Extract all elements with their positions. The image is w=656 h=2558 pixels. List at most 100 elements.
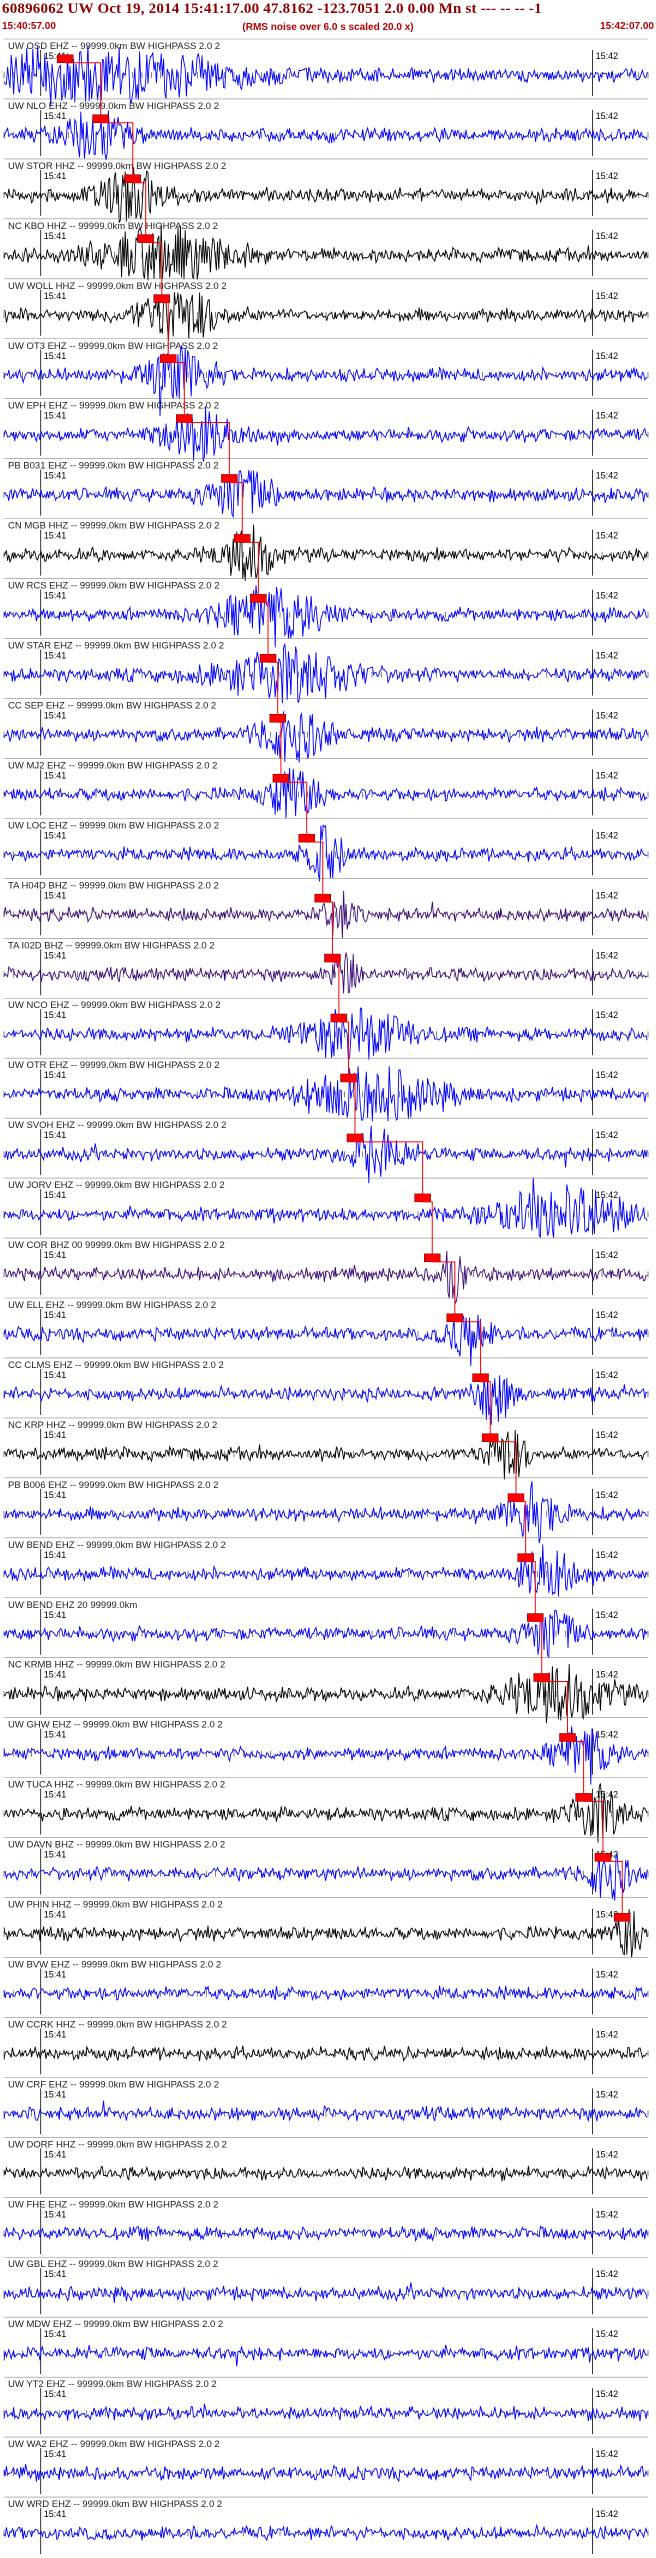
- station-label: UW WRD EHZ -- 99999.0km BW HIGHPASS 2.0 …: [8, 2499, 222, 2510]
- waveform: [3, 1374, 648, 1426]
- minute-label: 15:41: [44, 2029, 67, 2039]
- minute-label: 15:41: [44, 2209, 67, 2219]
- station-label: UW RCS EHZ -- 99999.0km BW HIGHPASS 2.0 …: [8, 581, 220, 592]
- waveform: [3, 1007, 648, 1061]
- trace-row: UW YT2 EHZ -- 99999.0km BW HIGHPASS 2.0 …: [3, 2376, 649, 2435]
- waveform: [3, 2403, 648, 2422]
- pick-marker: [250, 594, 267, 603]
- minute-label: 15:41: [44, 1310, 67, 1320]
- station-label: UW EPH EHZ -- 99999.0km BW HIGHPASS 2.0 …: [8, 401, 219, 412]
- minute-label: 15:41: [44, 1070, 67, 1080]
- waveform: [3, 167, 648, 224]
- waveform: [3, 2100, 648, 2123]
- minute-label: 15:42: [596, 770, 619, 780]
- pick-connector: [280, 781, 308, 835]
- waveform: [3, 2165, 648, 2182]
- minute-label: 15:41: [44, 1430, 67, 1440]
- minute-label: 15:42: [596, 2029, 619, 2039]
- pick-marker: [346, 1133, 364, 1143]
- pick-marker: [559, 1733, 576, 1742]
- minute-label: 15:42: [596, 1070, 619, 1080]
- station-label: CN MGB HHZ -- 99999.0km BW HIGHPASS 2.0 …: [8, 521, 220, 532]
- station-label: NC KBO HHZ -- 99999.0km BW HIGHPASS 2.0 …: [8, 221, 218, 232]
- minute-label: 15:41: [44, 2449, 67, 2459]
- minute-label: 15:42: [596, 890, 619, 900]
- pick-marker: [272, 773, 290, 783]
- pick-marker: [594, 1853, 612, 1862]
- pick-marker: [234, 534, 251, 543]
- pick-marker: [314, 893, 332, 903]
- station-label: UW OTR EHZ -- 99999.0km BW HIGHPASS 2.0 …: [8, 1060, 220, 1071]
- pick-marker: [259, 654, 277, 663]
- pick-marker: [575, 1793, 592, 1802]
- minute-label: 15:41: [44, 1969, 67, 1979]
- minute-label: 15:42: [596, 1550, 619, 1560]
- minute-label: 15:41: [44, 2089, 67, 2099]
- waveform: [3, 470, 648, 519]
- trace-row: UW WRD EHZ -- 99999.0km BW HIGHPASS 2.0 …: [3, 2496, 649, 2554]
- trace-row: UW GBL EHZ -- 99999.0km BW HIGHPASS 2.0 …: [3, 2256, 649, 2315]
- waveform: [3, 2045, 648, 2063]
- waveform: [3, 1066, 648, 1122]
- station-label: UW OSD EHZ -- 99999.0km BW HIGHPASS 2.0 …: [8, 41, 220, 52]
- station-label: UW LOC EHZ -- 99999.0km BW HIGHPASS 2.0 …: [8, 820, 219, 831]
- minute-label: 15:42: [596, 351, 619, 361]
- minute-label: 15:41: [44, 351, 67, 361]
- seismogram-viewer: 60896062 UW Oct 19, 2014 15:41:17.00 47.…: [0, 0, 656, 2558]
- waveform: [3, 1250, 648, 1306]
- station-label: UW NLO EHZ -- 99999.0km BW HIGHPASS 2.0 …: [8, 101, 219, 112]
- pick-connector: [338, 1021, 350, 1074]
- pick-marker: [527, 1613, 544, 1622]
- minute-label: 15:42: [596, 1610, 619, 1620]
- pick-marker: [124, 174, 142, 183]
- minute-label: 15:41: [44, 2509, 67, 2519]
- minute-label: 15:41: [44, 531, 67, 541]
- minute-label: 15:42: [596, 291, 619, 301]
- minute-label: 15:42: [596, 591, 619, 601]
- pick-marker: [517, 1553, 534, 1562]
- waveform: [3, 1726, 648, 1785]
- pick-marker: [414, 1193, 431, 1203]
- minute-label: 15:42: [596, 1490, 619, 1500]
- minute-label: 15:41: [44, 591, 67, 601]
- trace-row: UW BVW EHZ -- 99999.0km BW HIGHPASS 2.0 …: [3, 1957, 649, 2015]
- minute-label: 15:41: [44, 111, 67, 121]
- minute-label: 15:41: [44, 291, 67, 301]
- waveform: [3, 1609, 648, 1659]
- station-label: UW MJ2 EHZ -- 99999.0km BW HIGHPASS 2.0 …: [8, 760, 217, 771]
- minute-label: 15:41: [44, 1610, 67, 1620]
- station-label: UW WA2 EHZ -- 99999.0km BW HIGHPASS 2.0 …: [8, 2439, 220, 2450]
- pick-connector: [348, 1081, 356, 1134]
- pick-marker: [56, 54, 74, 64]
- minute-label: 15:41: [44, 1670, 67, 1680]
- minute-label: 15:41: [44, 2329, 67, 2339]
- station-label: NC KRP HHZ -- 99999.0km BW HIGHPASS 2.0 …: [8, 1420, 217, 1431]
- waveform: [3, 1783, 648, 1843]
- minute-label: 15:42: [596, 2329, 619, 2339]
- minute-label: 15:41: [44, 651, 67, 661]
- waveform: [3, 2282, 648, 2303]
- station-label: PB B006 EHZ -- 99999.0km BW HIGHPASS 2.0…: [8, 1480, 219, 1491]
- minute-label: 15:42: [596, 1310, 619, 1320]
- minute-label: 15:42: [596, 2449, 619, 2459]
- station-label: UW GBL EHZ -- 99999.0km BW HIGHPASS 2.0 …: [8, 2259, 218, 2270]
- waveform: [3, 2225, 648, 2243]
- waveform: [3, 1663, 648, 1724]
- minute-label: 15:41: [44, 830, 67, 840]
- minute-label: 15:42: [596, 2209, 619, 2219]
- minute-label: 15:41: [44, 2389, 67, 2399]
- minute-label: 15:41: [44, 171, 67, 181]
- station-label: UW OT3 EHZ -- 99999.0km BW HIGHPASS 2.0 …: [8, 341, 218, 352]
- pick-marker: [424, 1253, 441, 1263]
- pick-marker: [613, 1913, 631, 1922]
- waveform: [3, 585, 648, 648]
- minute-label: 15:41: [44, 1550, 67, 1560]
- trace-row: UW DORF HHZ -- 99999.0km BW HIGHPASS 2.0…: [3, 2137, 649, 2195]
- waveform: [3, 292, 648, 341]
- trace-row: UW MDW EHZ -- 99999.0km BW HIGHPASS 2.0 …: [3, 2316, 649, 2375]
- trace-row: UW FHE EHZ -- 99999.0km BW HIGHPASS 2.0 …: [3, 2196, 649, 2255]
- minute-label: 15:42: [596, 171, 619, 181]
- minute-label: 15:42: [596, 1430, 619, 1440]
- minute-label: 15:41: [44, 1010, 67, 1020]
- pick-marker: [340, 1073, 357, 1083]
